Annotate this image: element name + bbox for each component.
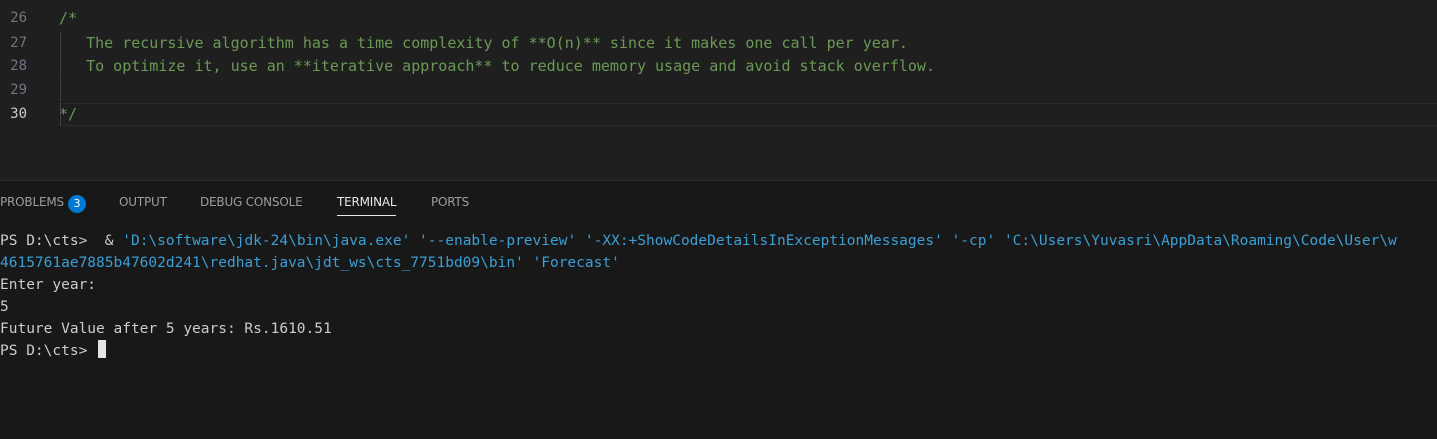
- line-number: 29: [10, 82, 27, 98]
- bottom-panel: PROBLEMS 3 OUTPUT DEBUG CONSOLE TERMINAL …: [0, 180, 1437, 439]
- line-number: 30: [10, 106, 27, 122]
- code-comment-text: To optimize it, use an **iterative appro…: [59, 57, 935, 75]
- tab-ports-label: PORTS: [431, 195, 470, 209]
- code-line-26[interactable]: 26 /*: [0, 7, 1437, 30]
- tab-output[interactable]: OUTPUT: [119, 194, 167, 210]
- terminal-output-line: Future Value after 5 years: Rs.1610.51: [0, 321, 332, 337]
- terminal-final-prompt-line[interactable]: PS D:\cts>: [0, 340, 107, 362]
- line-number: 27: [10, 35, 27, 51]
- tab-problems-label: PROBLEMS: [0, 195, 64, 209]
- code-editor[interactable]: 26 /* 27 The recursive algorithm has a t…: [0, 0, 1437, 180]
- code-line-30[interactable]: 30 */: [0, 103, 1437, 126]
- code-line-28[interactable]: 28 To optimize it, use an **iterative ap…: [0, 55, 1437, 78]
- tab-debug-console[interactable]: DEBUG CONSOLE: [200, 194, 303, 210]
- terminal-output-line: Enter year:: [0, 277, 97, 293]
- tab-terminal-label: TERMINAL: [337, 195, 397, 209]
- terminal-command-args-continued: 4615761ae7885b47602d241\redhat.java\jdt_…: [0, 255, 620, 271]
- code-comment-text: /*: [59, 9, 78, 27]
- terminal-call-operator: &: [96, 233, 123, 249]
- terminal-output[interactable]: PS D:\cts> & 'D:\software\jdk-24\bin\jav…: [0, 230, 1437, 439]
- code-line-29[interactable]: 29: [0, 79, 1437, 102]
- problems-count-badge: 3: [67, 195, 86, 213]
- line-number: 26: [10, 10, 27, 26]
- terminal-output-line: 5: [0, 299, 9, 315]
- panel-tab-bar: PROBLEMS 3 OUTPUT DEBUG CONSOLE TERMINAL …: [0, 181, 1437, 223]
- tab-ports[interactable]: PORTS: [431, 194, 469, 210]
- line-number: 28: [10, 58, 27, 74]
- tab-terminal[interactable]: TERMINAL: [337, 194, 397, 216]
- code-comment-text: The recursive algorithm has a time compl…: [59, 34, 908, 52]
- terminal-cursor: [98, 340, 107, 358]
- terminal-command-line: PS D:\cts> & 'D:\software\jdk-24\bin\jav…: [0, 230, 1397, 252]
- terminal-prompt: PS D:\cts>: [0, 343, 97, 359]
- code-comment-text: */: [59, 105, 78, 123]
- indent-guide: [60, 79, 61, 102]
- code-line-27[interactable]: 27 The recursive algorithm has a time co…: [0, 32, 1437, 55]
- tab-problems[interactable]: PROBLEMS 3: [0, 194, 86, 213]
- terminal-prompt: PS D:\cts>: [0, 233, 97, 249]
- tab-output-label: OUTPUT: [119, 195, 167, 209]
- terminal-command-args: 'D:\software\jdk-24\bin\java.exe' '--ena…: [122, 233, 1397, 249]
- tab-debug-console-label: DEBUG CONSOLE: [200, 195, 303, 209]
